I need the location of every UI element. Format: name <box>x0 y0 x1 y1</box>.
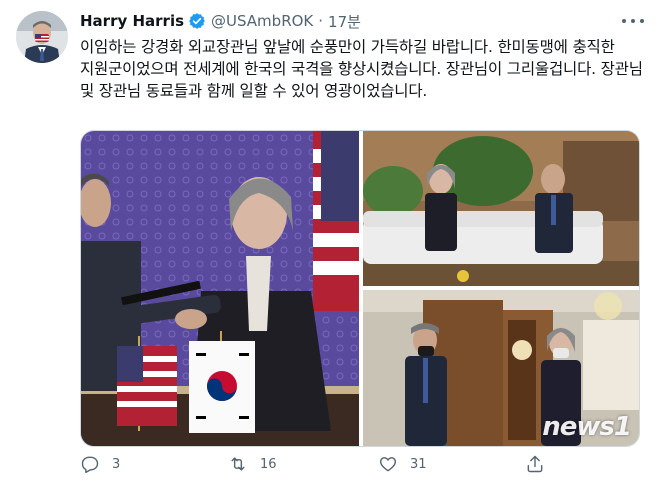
tweet-header: Harry Harris @USAmbROK · 17분 <box>80 10 644 32</box>
share-button[interactable] <box>525 454 557 474</box>
separator-dot: · <box>318 12 324 30</box>
media-grid: news1 <box>80 130 640 447</box>
share-icon <box>527 455 543 473</box>
retweet-button[interactable]: 16 <box>228 454 277 474</box>
reply-button[interactable]: 3 <box>80 454 120 474</box>
news1-watermark: news1 <box>542 412 632 442</box>
tweet-timestamp[interactable]: 17분 <box>328 11 361 32</box>
like-button[interactable]: 31 <box>378 454 427 474</box>
like-count: 31 <box>410 456 427 472</box>
verified-badge-icon <box>188 12 206 30</box>
retweet-icon <box>231 457 245 471</box>
avatar[interactable] <box>16 11 68 63</box>
tweet-action-bar: 3 16 31 <box>80 454 640 480</box>
avatar-image <box>16 11 68 63</box>
media-photo-sofa[interactable] <box>363 131 639 286</box>
media-photo-masks[interactable]: news1 <box>363 290 639 446</box>
author-name[interactable]: Harry Harris <box>80 12 184 30</box>
retweet-count: 16 <box>260 456 277 472</box>
author-handle[interactable]: @USAmbROK <box>211 12 313 30</box>
like-icon <box>379 457 397 472</box>
media-photo-handshake[interactable] <box>81 131 359 446</box>
more-options-icon[interactable] <box>622 12 644 30</box>
tweet-text: 이임하는 강경화 외교장관님 앞날에 순풍만이 가득하길 바랍니다. 한미동맹에… <box>80 38 643 100</box>
reply-count: 3 <box>112 456 121 472</box>
reply-icon <box>81 456 99 474</box>
